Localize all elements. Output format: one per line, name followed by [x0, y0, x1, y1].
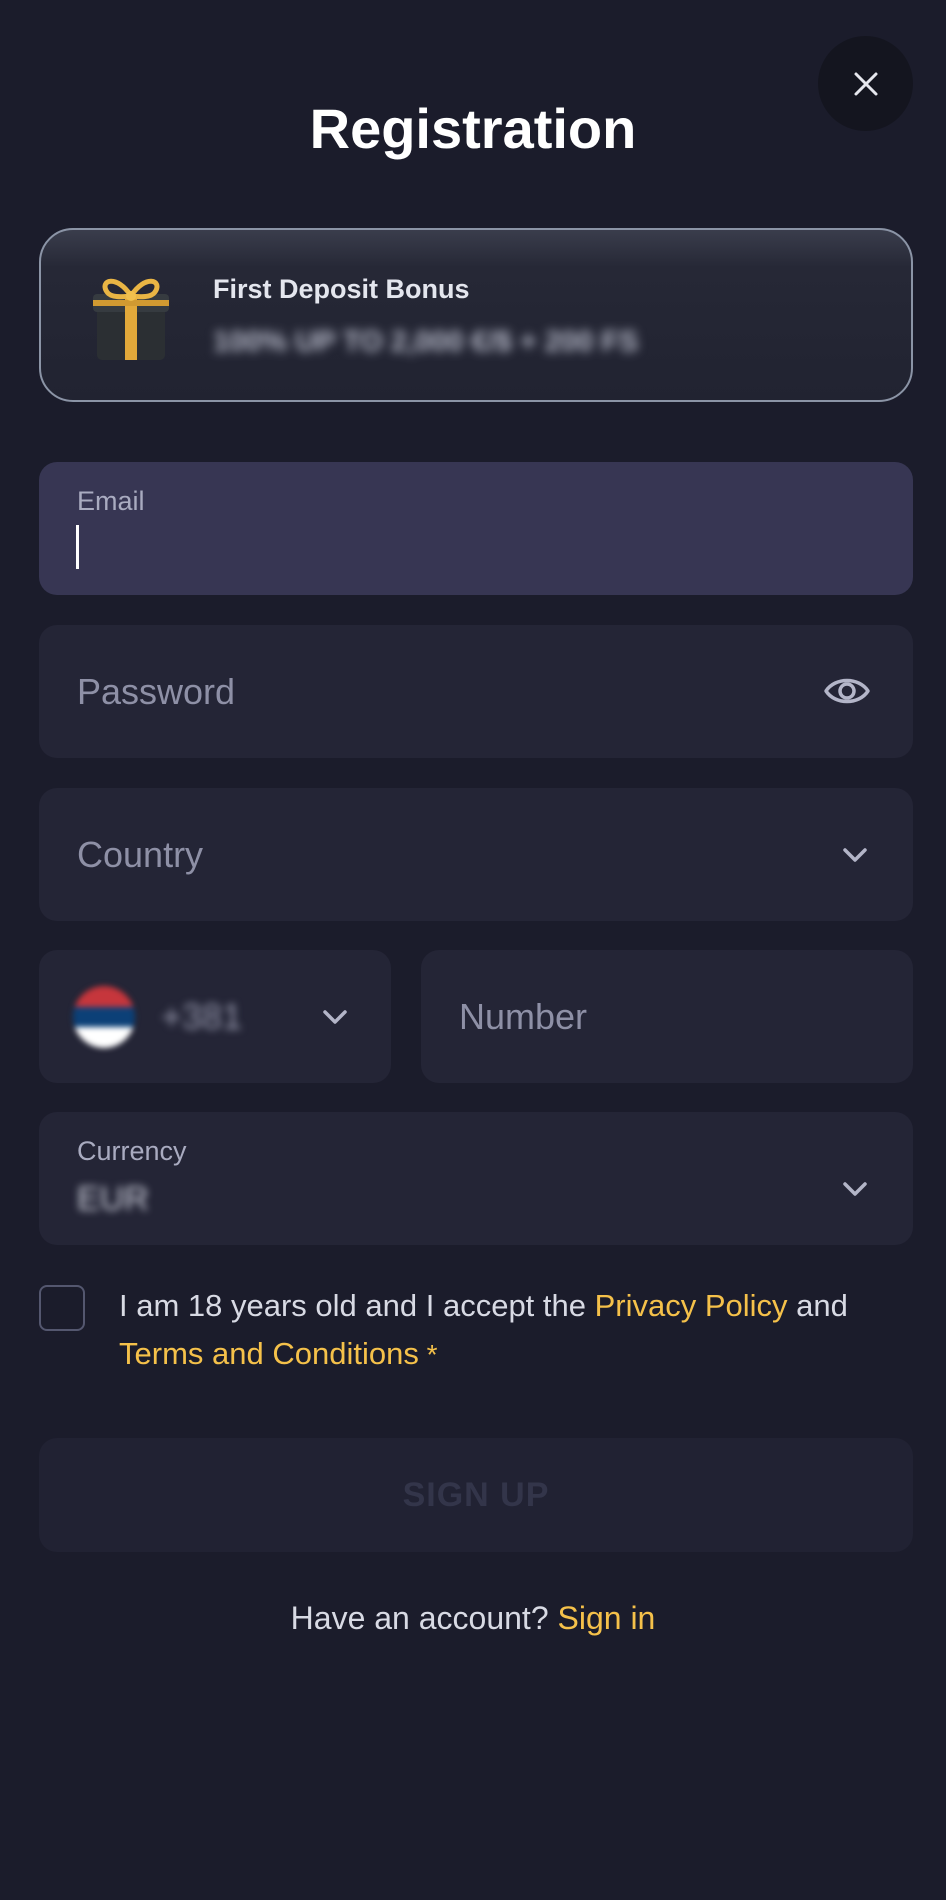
chevron-down-icon: [843, 848, 867, 862]
phone-code-value: +381: [161, 995, 243, 1037]
gift-icon: [93, 278, 169, 360]
have-account-text: Have an account?: [290, 1600, 558, 1636]
chevron-down-icon: [323, 1010, 347, 1024]
number-placeholder: Number: [459, 995, 588, 1037]
chevron-down-icon: [843, 1182, 867, 1196]
required-mark: *: [418, 1339, 438, 1370]
country-select[interactable]: Country: [39, 788, 913, 921]
sign-in-link[interactable]: Sign in: [558, 1600, 656, 1636]
consent-text-and: and: [787, 1288, 848, 1323]
password-field[interactable]: Password: [39, 625, 913, 758]
phone-number-field[interactable]: Number: [421, 950, 913, 1083]
bonus-card: First Deposit Bonus 100% UP TO 2,000 €/$…: [39, 228, 913, 402]
sign-up-button[interactable]: SIGN UP: [39, 1438, 913, 1552]
bonus-amount: 100% UP TO 2,000 €/$ + 200 FS: [213, 326, 639, 358]
consent-text: I am 18 years old and I accept the Priva…: [119, 1282, 909, 1379]
password-placeholder: Password: [77, 670, 236, 712]
consent-text-start: I am 18 years old and I accept the: [119, 1288, 595, 1323]
close-icon: [854, 72, 877, 95]
registration-modal: Registration First Deposit Bonus 100% UP…: [0, 0, 946, 1900]
country-placeholder: Country: [77, 833, 204, 875]
privacy-policy-link[interactable]: Privacy Policy: [595, 1288, 788, 1323]
page-title: Registration: [309, 97, 637, 160]
email-field[interactable]: Email: [39, 462, 913, 595]
currency-select[interactable]: Currency EUR: [39, 1112, 913, 1245]
age-consent-checkbox[interactable]: [39, 1285, 85, 1331]
text-caret: [76, 525, 79, 569]
serbia-flag-icon: [73, 986, 135, 1048]
bonus-title: First Deposit Bonus: [213, 274, 470, 304]
currency-label: Currency: [77, 1136, 187, 1166]
have-account-row: Have an account? Sign in: [0, 1600, 946, 1637]
phone-code-select[interactable]: +381: [39, 950, 391, 1083]
email-label: Email: [77, 486, 145, 516]
eye-icon[interactable]: [823, 669, 871, 713]
currency-value: EUR: [77, 1180, 149, 1218]
terms-link[interactable]: Terms and Conditions: [119, 1336, 419, 1371]
